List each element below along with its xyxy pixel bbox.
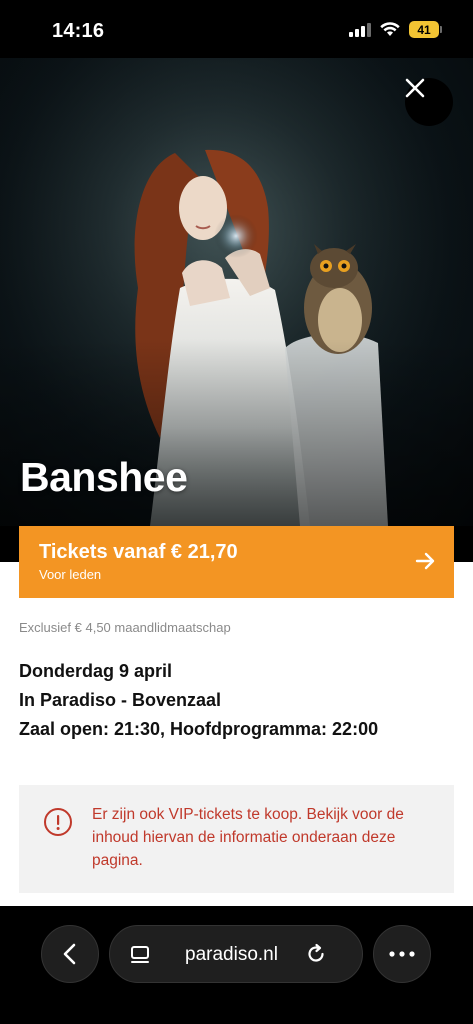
close-button[interactable] [405, 78, 453, 126]
membership-note: Exclusief € 4,50 maandlidmaatschap [19, 620, 231, 635]
more-icon [389, 951, 415, 957]
tab-overview-icon [131, 946, 149, 963]
url-text: paradiso.nl [185, 944, 278, 965]
chevron-left-icon [63, 943, 76, 965]
reload-icon[interactable] [305, 943, 327, 965]
tickets-button-label: Tickets vanaf € 21,70 [39, 541, 238, 563]
vip-notice: Er zijn ook VIP-tickets te koop. Bekijk … [19, 785, 454, 893]
status-icons: 41 [349, 21, 442, 38]
back-button[interactable] [41, 925, 99, 983]
info-icon [44, 808, 72, 836]
arrow-right-icon [415, 552, 435, 570]
status-bar: 14:16 41 [0, 0, 473, 58]
battery-level: 41 [417, 22, 431, 37]
battery-icon: 41 [409, 21, 442, 38]
event-venue: In Paradiso - Bovenzaal [19, 690, 222, 710]
more-options-button[interactable] [373, 925, 431, 983]
status-time: 14:16 [52, 20, 105, 42]
address-bar[interactable]: paradiso.nl [109, 925, 363, 983]
wifi-icon [380, 22, 400, 36]
page-title: Banshee [20, 454, 188, 500]
browser-toolbar: paradiso.nl [0, 906, 473, 1024]
signal-icon [349, 22, 371, 37]
tickets-button[interactable]: Tickets vanaf € 21,70 Voor leden [19, 526, 454, 598]
event-date: Donderdag 9 april [19, 661, 173, 681]
close-icon [405, 78, 425, 98]
hero-image: Banshee [0, 58, 473, 526]
vip-notice-text: Er zijn ook VIP-tickets te koop. Bekijk … [92, 806, 404, 869]
tickets-button-sublabel: Voor leden [39, 567, 102, 582]
event-times: Zaal open: 21:30, Hoofdprogramma: 22:00 [19, 719, 379, 739]
